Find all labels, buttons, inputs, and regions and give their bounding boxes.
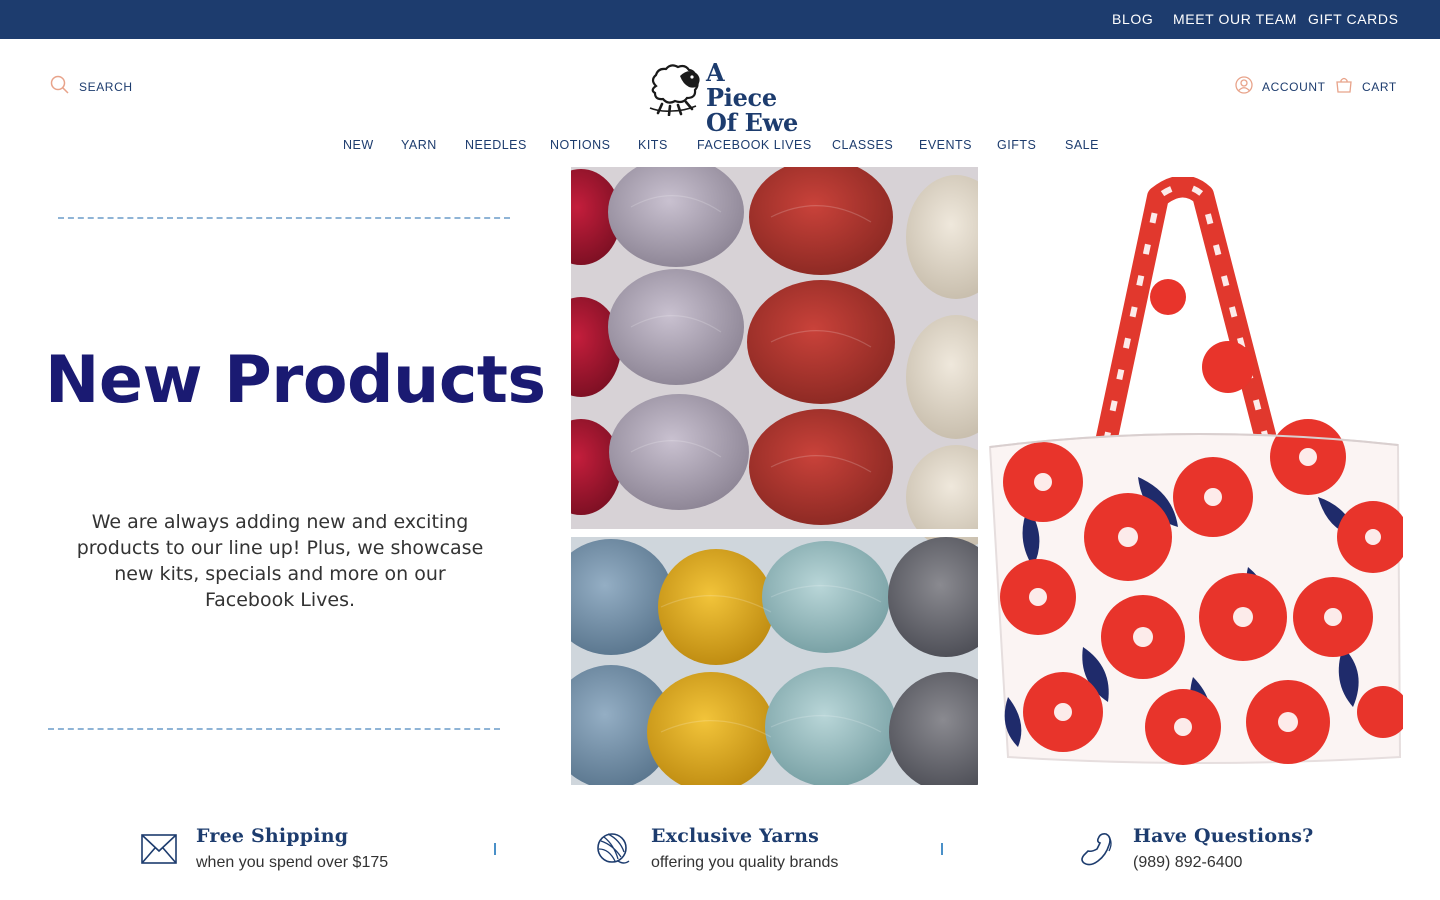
header-search-button[interactable]: SEARCH [50, 75, 133, 99]
meet-our-team-link[interactable]: MEET OUR TEAM [1173, 11, 1297, 27]
benefit-title: Have Questions? [1133, 825, 1314, 847]
account-icon [1235, 75, 1253, 99]
search-label: SEARCH [79, 80, 133, 94]
logo-line-1: A Piece [706, 58, 777, 112]
benefit-title: Free Shipping [196, 825, 349, 847]
nav-item-classes[interactable]: CLASSES [832, 138, 893, 152]
nav-item-events[interactable]: EVENTS [919, 138, 972, 152]
benefit-subtitle: when you spend over $175 [196, 854, 389, 871]
nav-item-gifts[interactable]: GIFTS [997, 138, 1036, 152]
nav-item-yarn[interactable]: YARN [401, 138, 437, 152]
nav-item-sale[interactable]: SALE [1065, 138, 1099, 152]
poppy-tote-bag-image [988, 175, 1409, 777]
logo-wordmark: A Piece Of Ewe [706, 60, 802, 135]
blog-link[interactable]: BLOG [1112, 11, 1153, 27]
hero-banner[interactable]: New Products We are always adding new an… [0, 167, 1440, 785]
top-utility-bar: BLOG MEET OUR TEAM GIFT CARDS [0, 0, 1440, 39]
nav-item-notions[interactable]: NOTIONS [550, 138, 610, 152]
benefit-separator [494, 843, 496, 855]
hero-description: We are always adding new and exciting pr… [76, 511, 484, 611]
nav-item-new[interactable]: NEW [343, 138, 374, 152]
benefit-phone-number[interactable]: (989) 892-6400 [1133, 854, 1242, 872]
phone-icon [1078, 831, 1114, 872]
sheep-logo-icon [649, 64, 700, 116]
hero-divider-top [58, 217, 510, 219]
yarn-ball-icon [596, 831, 630, 872]
cart-button[interactable]: CART [1335, 76, 1397, 98]
logo-line-2: Of Ewe [706, 108, 799, 137]
benefit-exclusive-yarns: Exclusive Yarns offering you quality bra… [596, 822, 896, 878]
benefit-separator [941, 843, 943, 855]
gift-cards-link[interactable]: GIFT CARDS [1308, 11, 1399, 27]
benefit-free-shipping: Free Shipping when you spend over $175 [141, 822, 441, 878]
hero-divider-bottom [48, 728, 500, 730]
cart-bag-icon [1335, 76, 1353, 99]
benefit-title: Exclusive Yarns [651, 825, 819, 847]
nav-item-kits[interactable]: KITS [638, 138, 668, 152]
store-logo[interactable]: A Piece Of Ewe [642, 58, 802, 135]
account-button[interactable]: ACCOUNT [1235, 75, 1326, 99]
hero-title: New Products [45, 343, 546, 418]
search-icon [50, 75, 69, 99]
yarn-collage-image [571, 167, 978, 785]
nav-item-facebook-lives[interactable]: FACEBOOK LIVES [697, 138, 812, 152]
account-label: ACCOUNT [1262, 80, 1326, 94]
benefit-subtitle: offering you quality brands [651, 854, 839, 871]
main-navigation: NEW YARN NEEDLES NOTIONS KITS FACEBOOK L… [0, 138, 1440, 156]
benefit-have-questions: Have Questions? (989) 892-6400 [1078, 822, 1378, 878]
envelope-icon [141, 834, 177, 869]
cart-label: CART [1362, 80, 1397, 94]
nav-item-needles[interactable]: NEEDLES [465, 138, 527, 152]
